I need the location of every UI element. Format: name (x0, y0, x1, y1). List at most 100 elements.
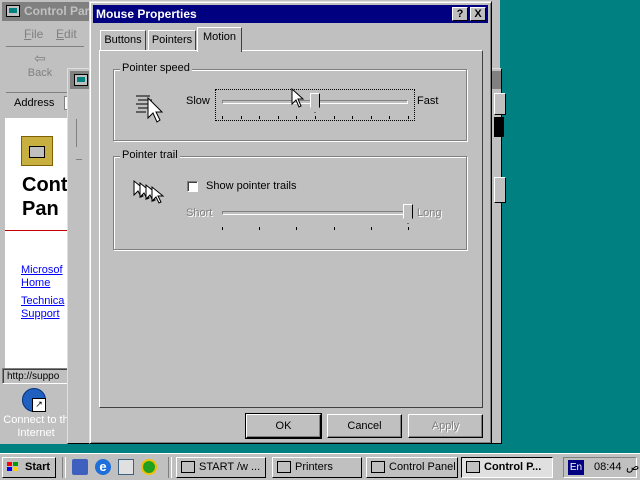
pointer-speed-icon (136, 95, 164, 123)
apply-button[interactable]: Apply (408, 414, 483, 438)
scroll-down-button[interactable] (494, 177, 506, 203)
taskbar: Start e START /w ... Printers Control Pa… (0, 453, 640, 480)
slider-tick (259, 227, 261, 230)
pointer-speed-slider[interactable] (215, 89, 415, 121)
clock-time[interactable]: 08:44 (594, 460, 622, 475)
menu-edit[interactable]: Edit (56, 27, 77, 41)
task-control-panel-active-label: Control P... (484, 461, 542, 473)
page-heading-line2: Pan (22, 198, 59, 220)
address-separator (76, 159, 82, 180)
slider-tick (315, 116, 316, 119)
task-control-panel[interactable]: Control Panel (366, 457, 458, 478)
fast-label: Fast (417, 95, 439, 107)
long-label: Long (417, 207, 442, 219)
back-button[interactable]: ⇦ Back (10, 49, 70, 87)
cp-folder-emblem (29, 146, 45, 158)
control-panel-active-icon (466, 461, 480, 473)
cancel-button[interactable]: Cancel (327, 414, 402, 438)
slider-tick (277, 116, 279, 119)
task-printers-label: Printers (295, 461, 333, 473)
task-control-panel-active[interactable]: Control P... (461, 457, 553, 478)
scroll-up-button[interactable] (494, 93, 506, 115)
slider-tick (370, 116, 372, 119)
connect-internet-label[interactable]: Connect to th Internet (0, 414, 72, 440)
channels-icon[interactable] (141, 459, 157, 475)
pointer-trail-slider[interactable] (216, 201, 414, 231)
ok-button[interactable]: OK (245, 413, 322, 439)
slider-tick (352, 116, 354, 119)
toolbar-separator (76, 119, 83, 147)
back-arrow-icon: ⇦ (34, 50, 46, 66)
address-label: Address (14, 97, 55, 109)
link-support[interactable]: Support (21, 308, 60, 320)
show-desktop-icon[interactable] (72, 459, 88, 475)
close-button[interactable]: X (470, 7, 486, 21)
dialog-title: Mouse Properties (96, 7, 197, 21)
slider-tick (389, 116, 391, 119)
pointer-trail-thumb[interactable] (403, 204, 413, 224)
tab-pointers[interactable]: Pointers (148, 30, 196, 50)
outlook-express-icon[interactable] (118, 459, 134, 475)
pointer-speed-group: Pointer speed Slow Fast (113, 62, 467, 141)
connect-internet-icon[interactable]: ↗ (22, 388, 50, 412)
show-pointer-trails-checkbox[interactable] (187, 181, 198, 192)
control-panel-icon (6, 5, 20, 17)
control-panel-title: Control Par (24, 4, 90, 18)
shortcut-arrow-icon: ↗ (32, 398, 46, 412)
tab-motion[interactable]: Motion (197, 27, 242, 52)
link-home[interactable]: Home (21, 277, 50, 289)
slider-tick (408, 116, 409, 119)
show-pointer-trails-label[interactable]: Show pointer trails (206, 180, 297, 192)
windows-logo-icon (7, 462, 19, 472)
scrollbar-thumb[interactable] (494, 117, 504, 137)
language-indicator[interactable]: En (568, 460, 584, 475)
pointer-speed-thumb[interactable] (310, 93, 320, 113)
menu-file[interactable]: File (24, 27, 43, 41)
pointer-trail-track (222, 211, 408, 215)
link-technical[interactable]: Technica (21, 295, 64, 307)
desktop-icon-label-1: Connect to th (3, 414, 69, 426)
control-panel-task-icon (371, 461, 385, 473)
task-start-w-icon (181, 461, 195, 473)
task-control-panel-label: Control Panel (389, 461, 456, 473)
dialog-title-bar[interactable]: Mouse Properties ? X (93, 5, 488, 23)
control-panel-folder-icon (21, 136, 53, 166)
slider-tick (296, 227, 298, 230)
task-start-w-label: START /w ... (199, 461, 261, 473)
tasks-separator (168, 457, 172, 478)
pointer-trail-group: Pointer trail Show pointer trails Short … (113, 149, 467, 250)
short-label: Short (186, 207, 213, 219)
system-tray: En 08:44 ص (563, 457, 640, 478)
clock-ampm: ص (626, 461, 640, 473)
window-icon (74, 74, 88, 86)
slow-label: Slow (186, 95, 210, 107)
desktop-icon-label-2: Internet (17, 427, 55, 439)
slider-tick (222, 227, 223, 230)
slider-tick (408, 227, 409, 230)
printers-icon (277, 461, 291, 473)
slider-tick (333, 116, 335, 119)
link-microsoft[interactable]: Microsof (21, 264, 63, 276)
slider-tick (259, 116, 261, 119)
page-heading-line1: Cont (22, 174, 68, 196)
mouse-cursor-icon (291, 88, 305, 108)
slider-tick (240, 116, 242, 119)
pointer-trail-label: Pointer trail (120, 149, 180, 161)
slider-tick (296, 116, 298, 119)
start-button[interactable]: Start (2, 457, 56, 478)
status-text: http://suppo (7, 371, 60, 382)
help-button[interactable]: ? (452, 7, 468, 21)
task-start-w[interactable]: START /w ... (176, 457, 266, 478)
slider-tick (222, 116, 223, 119)
quicklaunch-separator (62, 457, 66, 478)
pointer-trail-icon (133, 179, 165, 204)
tab-buttons[interactable]: Buttons (100, 30, 146, 50)
back-label: Back (27, 67, 53, 79)
slider-tick (333, 227, 335, 230)
pointer-speed-label: Pointer speed (120, 62, 192, 74)
task-printers[interactable]: Printers (272, 457, 362, 478)
control-panel-title-bar[interactable]: Control Par (2, 2, 90, 21)
slider-tick (370, 227, 372, 230)
start-label: Start (25, 461, 51, 473)
internet-explorer-icon[interactable]: e (95, 459, 111, 475)
